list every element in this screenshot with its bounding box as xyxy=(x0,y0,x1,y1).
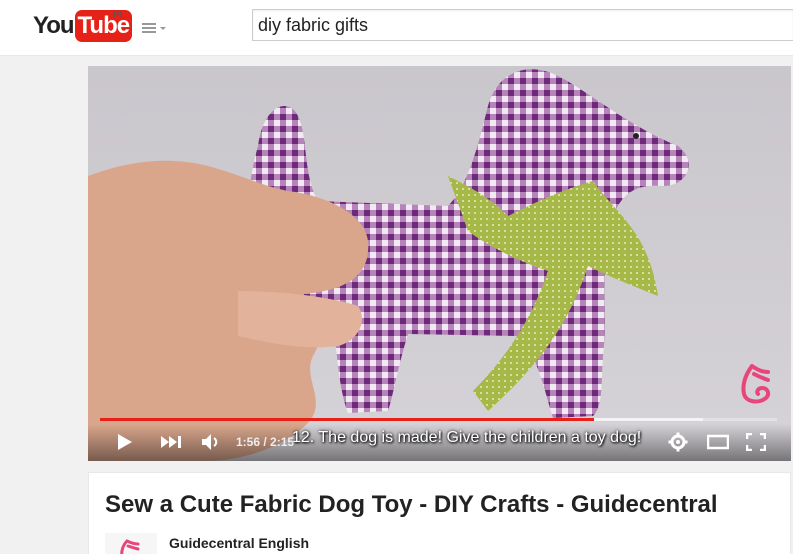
guidecentral-logo-icon xyxy=(120,539,140,554)
player-controls: 1:56 / 2:15 12. The dog is made! Give th… xyxy=(88,424,791,461)
volume-icon xyxy=(202,434,218,450)
channel-name-link[interactable]: Guidecentral English xyxy=(169,535,309,551)
theater-mode-icon xyxy=(706,434,730,450)
logo-you-text: You xyxy=(33,12,75,39)
play-button[interactable] xyxy=(116,433,134,456)
next-icon xyxy=(161,436,181,448)
guide-menu-button[interactable] xyxy=(142,20,170,36)
time-display: 1:56 / 2:15 xyxy=(236,435,295,449)
search-box xyxy=(252,9,793,41)
volume-button[interactable] xyxy=(201,433,221,456)
subtitle-caption: 12. The dog is made! Give the children a… xyxy=(292,429,642,446)
video-info-card: Sew a Cute Fabric Dog Toy - DIY Crafts -… xyxy=(88,472,791,554)
fullscreen-button[interactable] xyxy=(745,432,767,456)
theater-mode-button[interactable] xyxy=(706,434,730,455)
video-frame-image xyxy=(88,66,791,461)
progress-bar[interactable] xyxy=(100,418,777,421)
region-code: PL xyxy=(113,10,126,21)
settings-button[interactable] xyxy=(668,432,688,457)
video-player[interactable]: 1:56 / 2:15 12. The dog is made! Give th… xyxy=(88,66,791,461)
play-icon xyxy=(118,434,132,450)
guidecentral-watermark-icon xyxy=(741,364,771,404)
masthead: You Tube PL xyxy=(0,0,793,56)
fullscreen-icon xyxy=(745,432,767,452)
progress-played xyxy=(100,418,595,421)
video-title: Sew a Cute Fabric Dog Toy - DIY Crafts -… xyxy=(105,491,718,518)
next-button[interactable] xyxy=(160,435,182,454)
channel-avatar[interactable] xyxy=(105,533,157,554)
gear-icon xyxy=(668,432,688,452)
hamburger-menu-icon xyxy=(142,23,166,33)
search-input[interactable] xyxy=(253,10,793,40)
